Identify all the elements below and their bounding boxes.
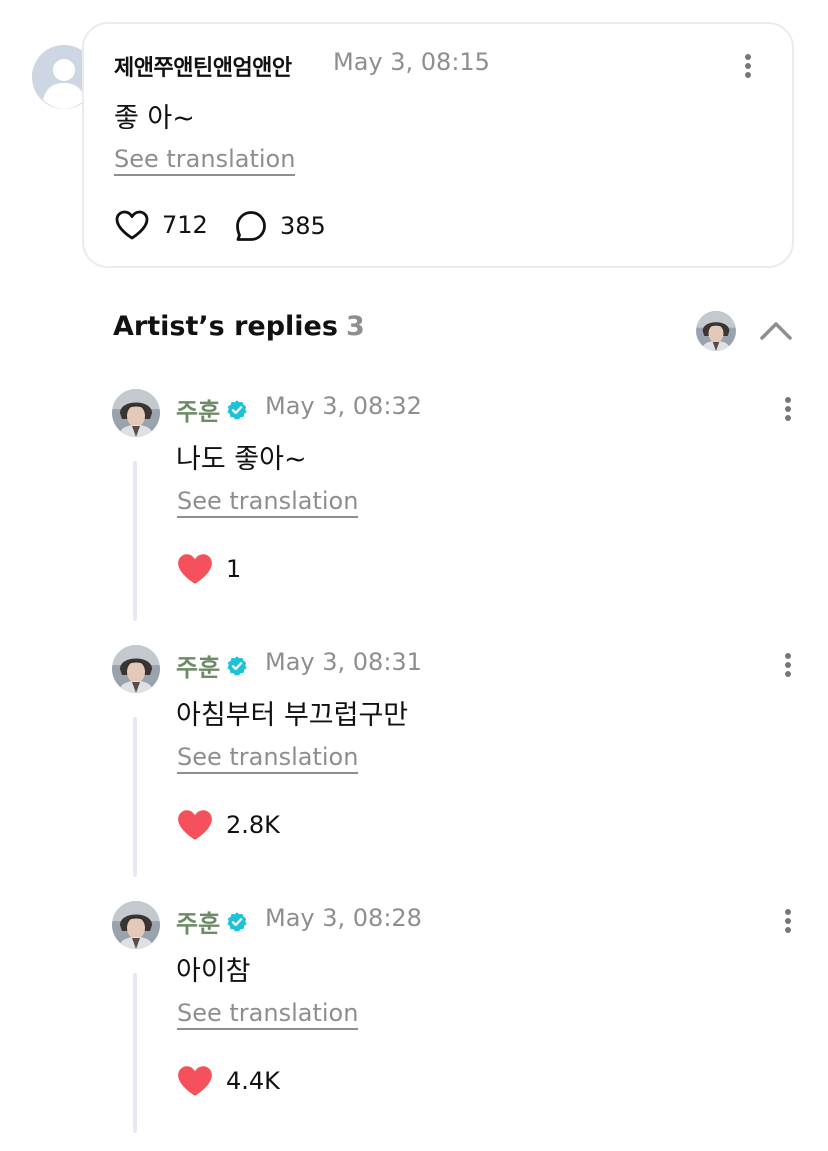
artist-name[interactable]: 주훈 <box>176 904 248 939</box>
verified-badge-icon <box>227 655 247 676</box>
reply-text: 아침부터 부끄럽구만 <box>176 700 409 731</box>
chevron-up-icon <box>760 322 792 340</box>
more-vertical-icon[interactable] <box>737 46 759 86</box>
more-vertical-icon[interactable] <box>777 389 799 429</box>
reply-timestamp: May 3, 08:31 <box>265 648 422 676</box>
artist-reply: 주훈 May 3, 08:32 나도 좋아~ See translation 1 <box>0 389 828 645</box>
heart-filled-icon <box>178 554 212 584</box>
artist-name-label: 주훈 <box>176 910 221 938</box>
heart-filled-icon <box>178 810 212 840</box>
comment-text: 좋 아~ <box>114 103 195 134</box>
reply-text: 아이참 <box>176 956 251 987</box>
reply-count: 385 <box>280 212 326 240</box>
artist-replies-label: Artist’s replies <box>113 311 338 342</box>
see-translation-link[interactable]: See translation <box>114 146 296 177</box>
reply-button[interactable]: 385 <box>234 209 326 243</box>
reply-timestamp: May 3, 08:32 <box>265 392 422 420</box>
verified-badge-icon <box>227 911 247 932</box>
see-translation-link[interactable]: See translation <box>177 744 359 775</box>
like-count: 4.4K <box>226 1067 280 1095</box>
heart-outline-icon <box>115 210 149 240</box>
comment-bubble-icon <box>236 211 266 241</box>
like-button[interactable]: 4.4K <box>176 1064 280 1098</box>
artist-avatar[interactable] <box>112 645 160 693</box>
artist-name[interactable]: 주훈 <box>176 392 248 427</box>
like-button[interactable]: 2.8K <box>176 808 280 842</box>
artist-avatar[interactable] <box>112 901 160 949</box>
artist-photo-icon <box>112 389 160 437</box>
artist-name[interactable]: 주훈 <box>176 648 248 683</box>
artist-photo-icon <box>112 645 160 693</box>
like-button[interactable]: 1 <box>176 552 241 586</box>
like-button[interactable]: 712 <box>114 209 208 241</box>
heart-filled-icon <box>178 1066 212 1096</box>
collapse-button[interactable] <box>756 312 796 348</box>
more-vertical-icon[interactable] <box>777 645 799 685</box>
artist-avatar[interactable] <box>112 389 160 437</box>
see-translation-link[interactable]: See translation <box>177 1000 359 1031</box>
artist-reply: 주훈 May 3, 08:31 아침부터 부끄럽구만 See translati… <box>0 645 828 901</box>
comment-card: 제앤쭈앤틴앤엄앤안 May 3, 08:15 좋 아~ See translat… <box>82 22 794 268</box>
artist-replies-title: Artist’s replies 3 <box>113 311 365 342</box>
artist-reply: 주훈 May 3, 08:28 아이참 See translation 4.4K <box>0 901 828 1151</box>
more-vertical-icon[interactable] <box>777 901 799 941</box>
comment-timestamp: May 3, 08:15 <box>333 48 490 76</box>
artist-replies-count: 3 <box>345 311 365 342</box>
artist-name-label: 주훈 <box>176 398 221 426</box>
artist-photo-icon <box>112 901 160 949</box>
like-count: 1 <box>226 555 242 583</box>
artist-avatar[interactable] <box>696 311 736 351</box>
reply-timestamp: May 3, 08:28 <box>265 904 422 932</box>
like-count: 2.8K <box>226 811 280 839</box>
comment-username[interactable]: 제앤쭈앤틴앤엄앤안 <box>114 50 292 82</box>
thread-line <box>133 461 137 621</box>
reply-text: 나도 좋아~ <box>176 444 307 475</box>
see-translation-link[interactable]: See translation <box>177 488 359 519</box>
comment-thread-page: 제앤쭈앤틴앤엄앤안 May 3, 08:15 좋 아~ See translat… <box>0 0 828 1151</box>
artist-name-label: 주훈 <box>176 654 221 682</box>
artist-photo-icon <box>696 311 736 351</box>
thread-line <box>133 717 137 877</box>
like-count: 712 <box>162 211 208 239</box>
verified-badge-icon <box>227 399 247 420</box>
thread-line <box>133 973 137 1133</box>
